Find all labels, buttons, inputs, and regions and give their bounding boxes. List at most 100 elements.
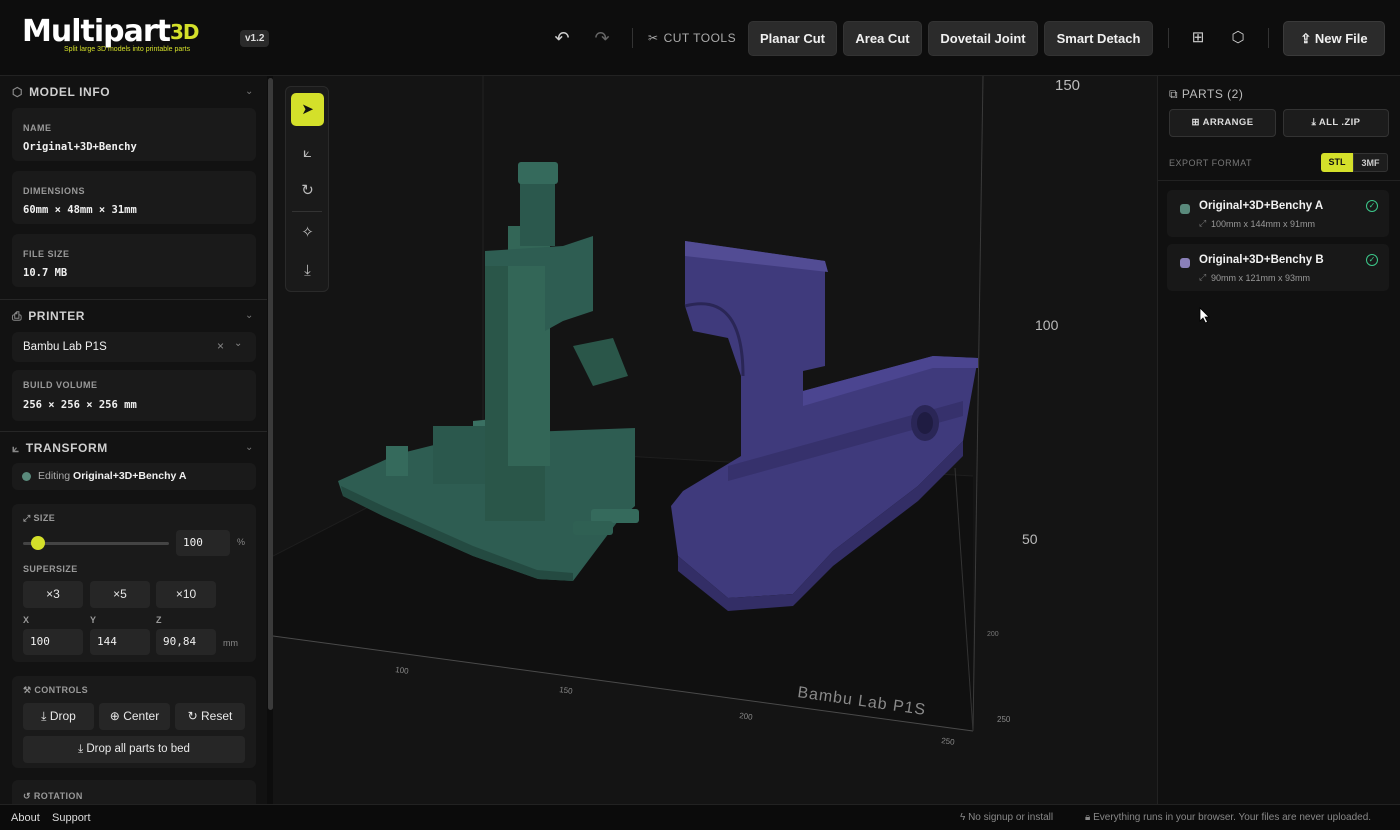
part-color-dot	[22, 472, 31, 481]
printer-header[interactable]: ⎙ PRINTER	[12, 309, 85, 324]
undo-icon[interactable]: ↶	[550, 26, 574, 50]
privacy-note: Everything runs in your browser. Your fi…	[1093, 812, 1372, 823]
grid-icon: ⊞	[1191, 117, 1200, 128]
chevron-down-icon[interactable]: ⌄	[245, 86, 253, 97]
logo-accent: 3D	[169, 20, 200, 44]
size-slider-track[interactable]	[23, 542, 169, 545]
lock-icon: 🔒︎	[1085, 812, 1091, 823]
printer-select-value: Bambu Lab P1S	[23, 341, 107, 353]
rotate-icon: ↺	[23, 791, 31, 801]
smart-detach-button[interactable]: Smart Detach	[1044, 21, 1153, 56]
download-icon[interactable]: ⤓	[291, 254, 324, 287]
dimensions-card: DIMENSIONS 60mm × 48mm × 31mm	[12, 171, 256, 224]
app-header: Multipart3D Split large 3D models into p…	[0, 0, 1400, 76]
transform-header[interactable]: ⟀ TRANSFORM	[12, 441, 108, 456]
z-tick-label: 150	[1055, 77, 1080, 94]
lightning-icon: ϟ	[960, 812, 966, 823]
controls-label: CONTROLS	[34, 685, 89, 695]
part-item[interactable]: Original+3D+Benchy A ⤢ 100mm x 144mm x 9…	[1167, 190, 1389, 237]
controls-card: ⚒ CONTROLS ⤓ Drop ⊕ Center ↻ Reset ⤓ Dro…	[12, 676, 256, 768]
clear-icon[interactable]: ×	[217, 339, 224, 353]
resize-icon: ⤢	[23, 513, 31, 523]
chevron-down-icon[interactable]: ⌄	[234, 338, 242, 349]
area-cut-button[interactable]: Area Cut	[843, 21, 922, 56]
reset-button[interactable]: ↻ Reset	[175, 703, 245, 730]
refresh-icon: ↻	[187, 709, 198, 723]
printer-select[interactable]: Bambu Lab P1S × ⌄	[12, 332, 256, 362]
wrench-icon: ⚒	[23, 685, 32, 695]
all-zip-button[interactable]: ⤓ ALL .ZIP	[1283, 109, 1389, 137]
chevron-down-icon[interactable]: ⌄	[245, 442, 253, 453]
rotate-tool-icon[interactable]: ↻	[291, 174, 324, 207]
size-slider-thumb[interactable]	[30, 536, 45, 550]
build-volume-value: 256 × 256 × 256 mm	[23, 399, 137, 411]
size-card: ⤢ SIZE 100 % SUPERSIZE ×3 ×5 ×10 X Y Z 1…	[12, 504, 256, 662]
x-tick-label: 150	[559, 685, 574, 696]
x-input[interactable]: 100	[23, 629, 83, 655]
dovetail-joint-button[interactable]: Dovetail Joint	[928, 21, 1038, 56]
z-label: Z	[156, 615, 162, 625]
parts-panel: ⧉ PARTS (2) ⊞ ARRANGE ⤓ ALL .ZIP EXPORT …	[1157, 76, 1400, 804]
app-logo[interactable]: Multipart3D Split large 3D models into p…	[22, 15, 212, 59]
rotation-card: ↺ ROTATION	[12, 780, 256, 804]
viewport-toolbar: ➤ ⟀ ↻ ✧ ⤓	[285, 86, 329, 292]
part-color-swatch	[1180, 204, 1190, 214]
y-input[interactable]: 144	[90, 629, 150, 655]
upload-icon: ⇪	[1300, 31, 1312, 46]
supersize-x5-button[interactable]: ×5	[90, 581, 150, 608]
logo-tagline: Split large 3D models into printable par…	[64, 46, 191, 53]
axes-icon: ⟀	[12, 441, 20, 455]
supersize-x10-button[interactable]: ×10	[156, 581, 216, 608]
header-divider	[1268, 28, 1269, 48]
part-dimensions: 90mm x 121mm x 93mm	[1211, 273, 1311, 283]
format-3mf-button[interactable]: 3MF	[1353, 153, 1388, 172]
grid-view-icon[interactable]: ⊞	[1186, 26, 1210, 50]
download-icon: ⤓	[1311, 117, 1317, 128]
size-input[interactable]: 100	[176, 530, 230, 556]
export-format-label: EXPORT FORMAT	[1169, 158, 1253, 168]
format-stl-button[interactable]: STL	[1321, 153, 1353, 172]
move-axes-icon[interactable]: ⟀	[291, 136, 324, 169]
x-tick-label: 200	[739, 711, 754, 722]
resize-icon: ⤢	[1199, 272, 1207, 282]
part-item[interactable]: Original+3D+Benchy B ⤢ 90mm x 121mm x 93…	[1167, 244, 1389, 291]
x-tick-label: 100	[395, 665, 410, 676]
download-icon: ⤓	[78, 743, 84, 755]
y-tick-label: 250	[997, 715, 1011, 724]
select-tool-icon[interactable]: ➤	[291, 93, 324, 126]
about-link[interactable]: About	[11, 812, 40, 824]
part-dimensions: 100mm x 144mm x 91mm	[1211, 219, 1316, 229]
planar-cut-button[interactable]: Planar Cut	[748, 21, 837, 56]
cube-view-icon[interactable]: ⬡	[1226, 26, 1250, 50]
x-label: X	[23, 615, 30, 625]
cube-icon: ⬡	[12, 85, 24, 99]
y-tick-label: 200	[987, 631, 999, 638]
name-label: NAME	[23, 123, 52, 133]
model-info-header[interactable]: ⬡ MODEL INFO	[12, 85, 110, 99]
3d-viewport[interactable]: 150 100 50 100 150 200 250 200 250 Bambu…	[273, 76, 1157, 804]
drop-all-button[interactable]: ⤓ Drop all parts to bed	[23, 736, 245, 763]
x-tick-label: 250	[941, 736, 956, 747]
center-button[interactable]: ⊕ Center	[99, 703, 170, 730]
size-unit: %	[237, 537, 246, 547]
supersize-x3-button[interactable]: ×3	[23, 581, 83, 608]
check-circle-icon: ✓	[1366, 200, 1378, 212]
redo-icon[interactable]: ↷	[590, 26, 614, 50]
section-divider	[0, 299, 267, 300]
chevron-down-icon[interactable]: ⌄	[245, 310, 253, 321]
z-tick-label: 100	[1035, 317, 1059, 333]
rotation-label: ROTATION	[33, 791, 83, 801]
editing-indicator: Editing Original+3D+Benchy A	[12, 463, 256, 490]
z-input[interactable]: 90,84	[156, 629, 216, 655]
left-panel: ⬡ MODEL INFO ⌄ NAME Original+3D+Benchy DI…	[0, 76, 267, 804]
support-link[interactable]: Support	[52, 812, 91, 824]
new-file-button[interactable]: ⇪ New File	[1283, 21, 1385, 56]
supersize-label: SUPERSIZE	[23, 564, 78, 574]
build-volume-label: BUILD VOLUME	[23, 380, 98, 390]
magic-wand-icon[interactable]: ✧	[291, 216, 324, 249]
no-signup-note: No signup or install	[968, 812, 1054, 823]
arrange-button[interactable]: ⊞ ARRANGE	[1169, 109, 1276, 137]
file-size-value: 10.7 MB	[23, 267, 68, 279]
size-label: SIZE	[33, 513, 56, 523]
drop-button[interactable]: ⤓ Drop	[23, 703, 94, 730]
